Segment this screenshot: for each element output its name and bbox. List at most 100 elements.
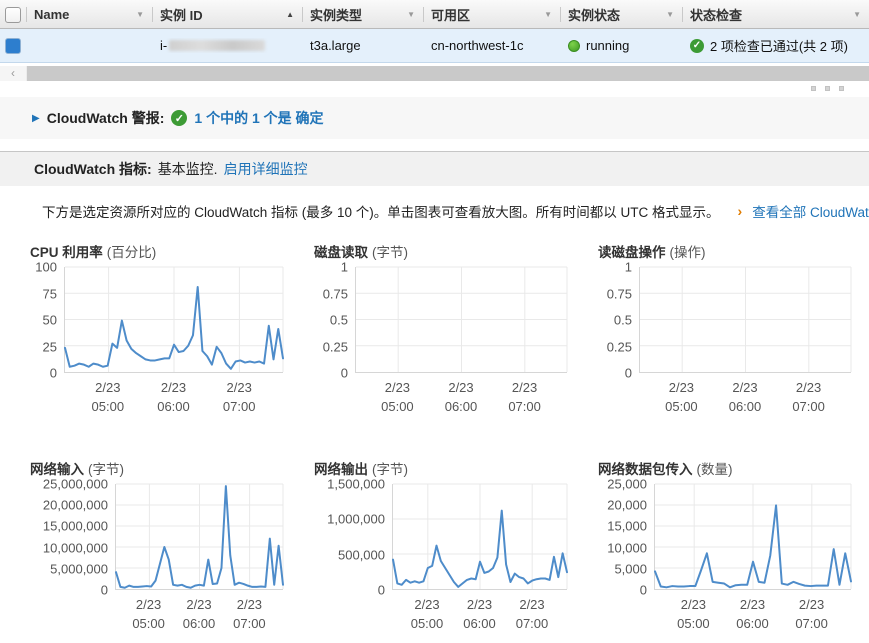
scrollbar-thumb[interactable] xyxy=(27,66,869,81)
alarm-ok-icon: ✓ xyxy=(171,110,187,126)
expander-triangle-icon[interactable]: ▶ xyxy=(32,113,40,124)
cell-status-check: ✓ 2 项检查已通过(共 2 项) xyxy=(682,36,869,55)
enable-detailed-monitoring-link[interactable]: 启用详细监控 xyxy=(224,159,308,179)
chart-network-out[interactable]: 网络输出(字节) 1,500,0001,000,000500,0000 2/23… xyxy=(314,458,567,639)
instance-table-header: Name ▼ 实例 ID ▲ 实例类型 ▼ 可用区 ▼ 实例状态 ▼ 状态检查 … xyxy=(0,0,869,29)
y-axis: 10.750.50.250 xyxy=(598,267,639,373)
chart-title-unit: (字节) xyxy=(88,462,124,477)
column-label: 实例状态 xyxy=(568,5,620,24)
y-axis-tick-label: 0.5 xyxy=(330,313,348,328)
sort-arrow-icon[interactable]: ▼ xyxy=(407,10,415,19)
instance-id-prefix: i- xyxy=(160,38,167,53)
x-axis: 2/2305:002/2306:002/2307:00 xyxy=(654,595,851,639)
x-axis: 2/2305:002/2306:002/2307:00 xyxy=(392,595,567,639)
sort-arrow-icon[interactable]: ▼ xyxy=(853,10,861,19)
alarm-label: CloudWatch 警报: xyxy=(47,108,165,128)
y-axis-tick-label: 0 xyxy=(101,583,108,598)
x-axis-tick-label: 2/2305:00 xyxy=(677,595,710,633)
x-axis-tick-label: 2/2305:00 xyxy=(665,378,698,416)
sort-arrow-icon[interactable]: ▼ xyxy=(666,10,674,19)
y-axis-tick-label: 0.75 xyxy=(323,286,348,301)
plot-area[interactable] xyxy=(355,267,567,373)
y-axis-tick-label: 1,500,000 xyxy=(327,477,385,492)
y-axis-tick-label: 25,000,000 xyxy=(43,477,108,492)
plot-area[interactable] xyxy=(654,484,851,590)
alarm-status-link[interactable]: 1 个中的 1 个是 确定 xyxy=(194,108,323,128)
instance-row[interactable]: i- t3a.large cn-northwest-1c running ✓ 2… xyxy=(0,29,869,63)
chart-title-unit: (数量) xyxy=(697,462,733,477)
x-axis-tick-label: 2/2307:00 xyxy=(795,595,828,633)
chart-title-unit: (字节) xyxy=(372,462,408,477)
y-axis-tick-label: 5,000 xyxy=(614,561,647,576)
chart-title: 读磁盘操作 (操作) xyxy=(598,241,851,257)
sort-arrow-icon[interactable]: ▼ xyxy=(136,10,144,19)
y-axis-tick-label: 0 xyxy=(378,583,385,598)
horizontal-scrollbar[interactable]: ‹ xyxy=(0,66,869,81)
chart-title-main: 读磁盘操作 xyxy=(598,245,666,260)
chart-network-packets-in[interactable]: 网络数据包传入(数量) 25,00020,00015,00010,0005,00… xyxy=(598,458,851,639)
x-axis-tick-label: 2/2307:00 xyxy=(233,595,266,633)
y-axis-tick-label: 100 xyxy=(35,260,57,275)
view-all-metrics-link[interactable]: 查看全部 CloudWatch 指标 xyxy=(752,201,869,221)
sort-arrow-icon[interactable]: ▼ xyxy=(544,10,552,19)
column-header-status-check[interactable]: 状态检查 ▼ xyxy=(682,0,869,29)
y-axis-tick-label: 0 xyxy=(625,366,632,381)
y-axis-tick-label: 5,000,000 xyxy=(50,561,108,576)
column-header-name[interactable]: Name ▼ xyxy=(26,0,152,29)
select-all-checkbox[interactable] xyxy=(5,7,21,23)
chart-title-main: 网络数据包传入 xyxy=(598,462,693,477)
y-axis: 1007550250 xyxy=(30,267,64,373)
instance-id-redacted xyxy=(169,40,265,51)
y-axis-tick-label: 15,000 xyxy=(607,519,647,534)
column-header-availability-zone[interactable]: 可用区 ▼ xyxy=(423,0,560,29)
y-axis-tick-label: 0.5 xyxy=(614,313,632,328)
column-label: 实例 ID xyxy=(160,5,203,24)
chart-disk-read[interactable]: 磁盘读取(字节) 10.750.50.250 2/2305:002/2306:0… xyxy=(314,241,567,422)
chart-canvas xyxy=(655,484,851,589)
chart-cpu-utilization[interactable]: CPU 利用率(百分比) 1007550250 2/2305:002/2306:… xyxy=(30,241,283,422)
plot-area[interactable] xyxy=(392,484,567,590)
chart-disk-read-ops[interactable]: 读磁盘操作(操作) 10.750.50.250 2/2305:002/2306:… xyxy=(598,241,851,422)
plot-area[interactable] xyxy=(64,267,283,373)
y-axis-tick-label: 0.25 xyxy=(607,339,632,354)
chart-canvas xyxy=(116,484,283,589)
x-axis-tick-label: 2/2305:00 xyxy=(411,595,444,633)
x-axis-tick-label: 2/2306:00 xyxy=(157,378,190,416)
y-axis: 10.750.50.250 xyxy=(314,267,355,373)
y-axis-tick-label: 1,000,000 xyxy=(327,512,385,527)
row-checkbox[interactable] xyxy=(5,38,21,54)
y-axis-tick-label: 20,000,000 xyxy=(43,498,108,513)
column-header-instance-state[interactable]: 实例状态 ▼ xyxy=(560,0,682,29)
instance-state-text: running xyxy=(586,38,629,53)
cloudwatch-metrics-bar: CloudWatch 指标: 基本监控. 启用详细监控 xyxy=(0,151,869,186)
column-divider xyxy=(152,7,153,22)
chart-title-unit: (百分比) xyxy=(107,245,157,260)
chart-title-main: CPU 利用率 xyxy=(30,245,103,260)
column-header-instance-type[interactable]: 实例类型 ▼ xyxy=(302,0,423,29)
chart-network-in[interactable]: 网络输入(字节) 25,000,00020,000,00015,000,0001… xyxy=(30,458,283,639)
x-axis-tick-label: 2/2307:00 xyxy=(223,378,256,416)
y-axis-tick-label: 15,000,000 xyxy=(43,519,108,534)
column-header-instance-id[interactable]: 实例 ID ▲ xyxy=(152,0,302,29)
plot-area[interactable] xyxy=(639,267,851,373)
header-checkbox-cell xyxy=(0,0,26,29)
scroll-left-button[interactable]: ‹ xyxy=(0,66,26,81)
alarm-link-prefix: 1 个中的 1 个是 xyxy=(194,110,291,126)
y-axis-tick-label: 500,000 xyxy=(338,547,385,562)
chevron-right-icon: › xyxy=(738,203,743,219)
y-axis-tick-label: 0 xyxy=(341,366,348,381)
y-axis-tick-label: 1 xyxy=(625,260,632,275)
chart-title-unit: (操作) xyxy=(670,245,706,260)
row-checkbox-cell xyxy=(0,38,26,54)
plot-area[interactable] xyxy=(115,484,283,590)
panel-resize-grip[interactable] xyxy=(0,81,869,94)
monitoring-level-text: 基本监控. xyxy=(158,159,218,179)
y-axis-tick-label: 10,000 xyxy=(607,540,647,555)
running-status-icon xyxy=(568,40,580,52)
column-label: 可用区 xyxy=(431,5,470,24)
cell-availability-zone: cn-northwest-1c xyxy=(423,38,560,53)
y-axis: 25,000,00020,000,00015,000,00010,000,000… xyxy=(30,484,115,590)
column-divider xyxy=(423,7,424,22)
status-check-text: 2 项检查已通过(共 2 项) xyxy=(710,36,848,55)
sort-arrow-icon[interactable]: ▲ xyxy=(286,10,294,19)
